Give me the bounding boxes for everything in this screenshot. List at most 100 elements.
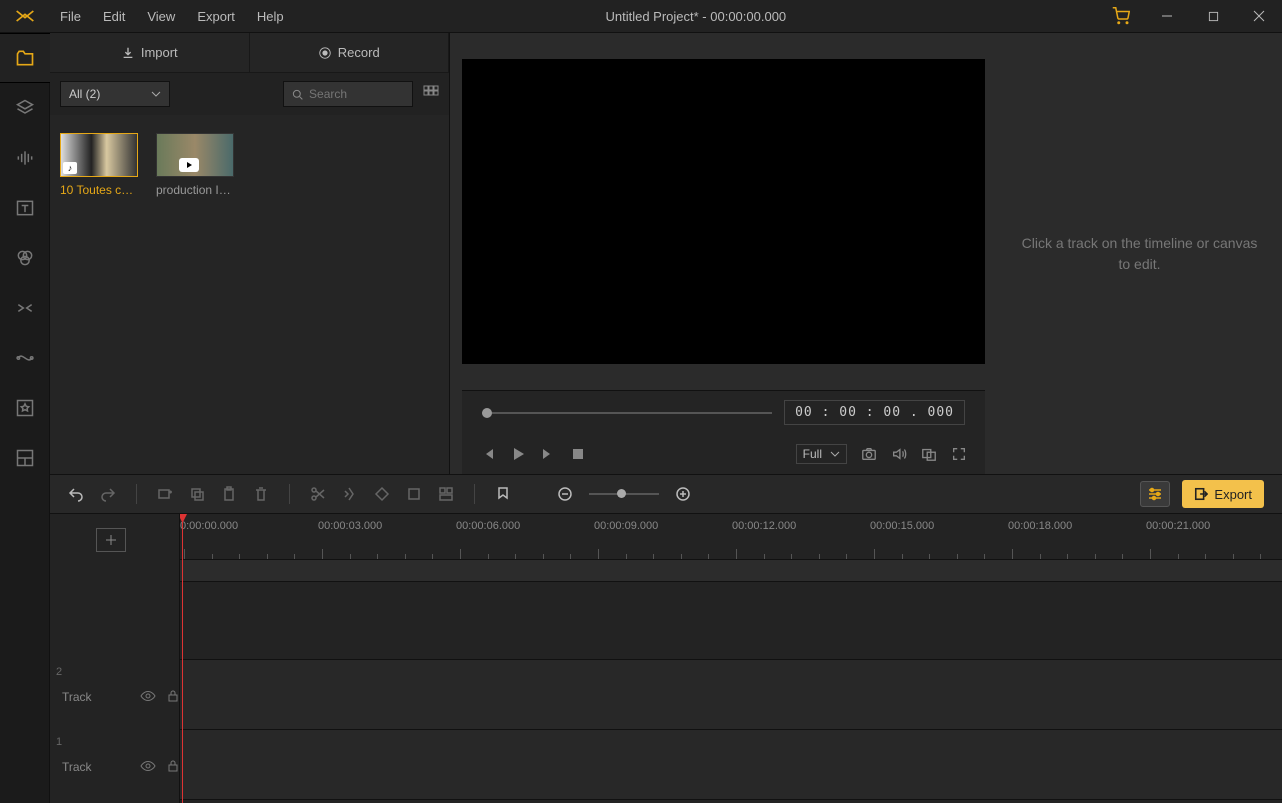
- media-item[interactable]: ♪ 10 Toutes c…: [60, 133, 138, 197]
- play-button[interactable]: [510, 446, 526, 462]
- playhead[interactable]: [182, 514, 183, 803]
- rail-split-icon[interactable]: [0, 433, 50, 483]
- rail-elements-icon[interactable]: [0, 383, 50, 433]
- track-headers: 2 Track 1 Track: [50, 514, 180, 803]
- import-tab[interactable]: Import: [50, 33, 250, 73]
- add-clip-button[interactable]: [157, 486, 173, 502]
- timeline-tracks-area[interactable]: 0:00:00.00000:00:03.00000:00:06.00000:00…: [180, 514, 1282, 803]
- fullscreen-icon[interactable]: [951, 446, 967, 462]
- ruler-label: 00:00:09.000: [594, 520, 658, 532]
- timeline-ruler[interactable]: 0:00:00.00000:00:03.00000:00:06.00000:00…: [180, 514, 1282, 560]
- media-item-name: production I…: [156, 183, 234, 197]
- next-frame-button[interactable]: [540, 446, 556, 462]
- app-logo: [0, 9, 50, 23]
- crop-button[interactable]: [406, 486, 422, 502]
- zoom-out-button[interactable]: [557, 486, 573, 502]
- timeline-settings-button[interactable]: [1140, 481, 1170, 507]
- ruler-label: 00:00:21.000: [1146, 520, 1210, 532]
- menu-edit[interactable]: Edit: [93, 3, 135, 30]
- track-header[interactable]: 2 Track: [50, 662, 180, 732]
- ruler-label: 00:00:12.000: [732, 520, 796, 532]
- track-lock-icon[interactable]: [166, 689, 180, 706]
- media-filter-dropdown[interactable]: All (2): [60, 81, 170, 107]
- copy-button[interactable]: [189, 486, 205, 502]
- split-button[interactable]: [310, 486, 326, 502]
- marker-lane[interactable]: [180, 560, 1282, 582]
- keyframe-button[interactable]: [374, 486, 390, 502]
- rail-audio-icon[interactable]: [0, 133, 50, 183]
- speed-button[interactable]: [342, 486, 358, 502]
- close-button[interactable]: [1236, 0, 1282, 33]
- volume-icon[interactable]: [891, 446, 907, 462]
- track-lane[interactable]: [180, 730, 1282, 800]
- rail-layers-icon[interactable]: [0, 83, 50, 133]
- export-button[interactable]: Export: [1182, 480, 1264, 508]
- search-input[interactable]: [309, 87, 404, 101]
- preview-timecode: 00 : 00 : 00 . 000: [784, 400, 965, 425]
- delete-button[interactable]: [253, 486, 269, 502]
- media-item[interactable]: production I…: [156, 133, 234, 197]
- prev-frame-button[interactable]: [480, 446, 496, 462]
- preview-canvas[interactable]: [462, 59, 985, 364]
- media-item-name: 10 Toutes c…: [60, 183, 138, 197]
- ruler-label: 00:00:15.000: [870, 520, 934, 532]
- track-header[interactable]: 1 Track: [50, 732, 180, 802]
- media-thumb[interactable]: [156, 133, 234, 177]
- media-search[interactable]: [283, 81, 413, 107]
- redo-button[interactable]: [100, 486, 116, 502]
- ruler-label: 0:00:00.000: [180, 520, 238, 532]
- view-grid-icon[interactable]: [423, 85, 439, 104]
- compare-icon[interactable]: [921, 446, 937, 462]
- shop-icon[interactable]: [1098, 0, 1144, 33]
- menu-export[interactable]: Export: [187, 3, 245, 30]
- stop-button[interactable]: [570, 446, 586, 462]
- minimize-button[interactable]: [1144, 0, 1190, 33]
- zoom-handle[interactable]: [617, 489, 626, 498]
- grid-button[interactable]: [438, 486, 454, 502]
- media-panel: Import Record All (2): [50, 33, 450, 474]
- rail-transitions-icon[interactable]: [0, 283, 50, 333]
- maximize-button[interactable]: [1190, 0, 1236, 33]
- snapshot-icon[interactable]: [861, 446, 877, 462]
- rail-text-icon[interactable]: [0, 183, 50, 233]
- track-visibility-icon[interactable]: [140, 688, 156, 707]
- record-tab[interactable]: Record: [250, 33, 450, 73]
- preview-scrubber[interactable]: [482, 412, 772, 414]
- add-track-button[interactable]: [96, 528, 126, 552]
- timeline: 2 Track 1 Track 0:00:00.00000:00:03.0000…: [50, 514, 1282, 803]
- track-visibility-icon[interactable]: [140, 758, 156, 777]
- marker-button[interactable]: [495, 486, 511, 502]
- zoom-in-button[interactable]: [675, 486, 691, 502]
- video-badge-icon: [179, 158, 199, 172]
- rail-filters-icon[interactable]: [0, 233, 50, 283]
- category-rail: [0, 33, 50, 803]
- media-thumb[interactable]: ♪: [60, 133, 138, 177]
- preview-panel: 00 : 00 : 00 . 000 Full: [450, 33, 997, 474]
- resolution-dropdown[interactable]: Full: [796, 444, 847, 464]
- inspector-panel: Click a track on the timeline or canvas …: [997, 33, 1282, 474]
- scrubber-handle[interactable]: [482, 408, 492, 418]
- empty-lane[interactable]: [180, 582, 1282, 660]
- record-label: Record: [338, 45, 380, 60]
- ruler-label: 00:00:06.000: [456, 520, 520, 532]
- menu-view[interactable]: View: [137, 3, 185, 30]
- menu-file[interactable]: File: [50, 3, 91, 30]
- rail-effects-icon[interactable]: [0, 333, 50, 383]
- menu-help[interactable]: Help: [247, 3, 294, 30]
- resolution-value: Full: [803, 447, 822, 461]
- rail-media-icon[interactable]: [0, 33, 50, 83]
- media-filter-value: All (2): [69, 87, 100, 101]
- track-label: Track: [62, 760, 92, 774]
- import-label: Import: [141, 45, 178, 60]
- track-label: Track: [62, 690, 92, 704]
- edit-toolbar: Export: [50, 474, 1282, 514]
- undo-button[interactable]: [68, 486, 84, 502]
- ruler-label: 00:00:18.000: [1008, 520, 1072, 532]
- zoom-slider[interactable]: [589, 493, 659, 495]
- audio-badge-icon: ♪: [63, 162, 77, 174]
- titlebar: File Edit View Export Help Untitled Proj…: [0, 0, 1282, 33]
- track-lock-icon[interactable]: [166, 759, 180, 776]
- track-lane[interactable]: [180, 660, 1282, 730]
- track-number: 1: [56, 736, 62, 748]
- paste-button[interactable]: [221, 486, 237, 502]
